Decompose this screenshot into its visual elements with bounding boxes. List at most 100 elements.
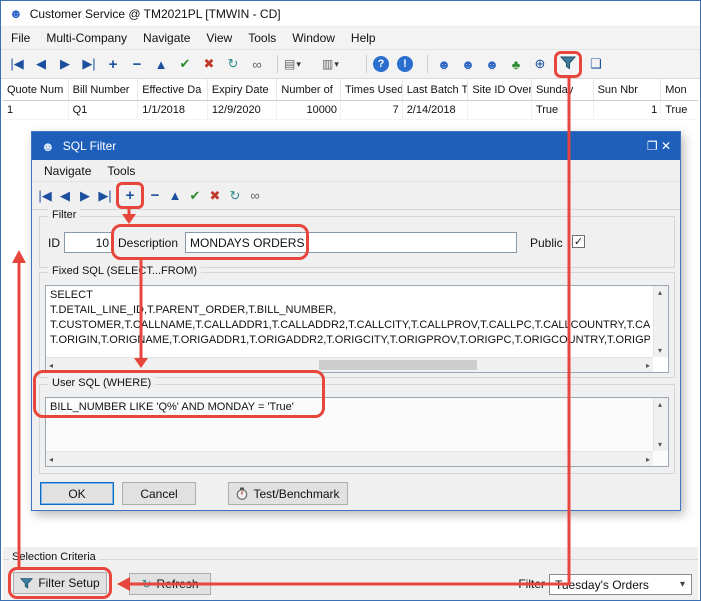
accept-icon[interactable]: ✔: [186, 188, 204, 204]
link-icon[interactable]: ∞: [246, 188, 264, 203]
col-times-used[interactable]: Times Used: [341, 79, 403, 101]
move-up-icon[interactable]: ▲: [151, 57, 171, 72]
filter-combo-value: Tuesday's Orders: [555, 578, 649, 592]
next-record-icon[interactable]: ▶: [76, 188, 94, 204]
col-bill-number[interactable]: Bill Number: [69, 79, 139, 101]
cancel-icon[interactable]: ✖: [199, 56, 219, 72]
description-field[interactable]: MONDAYS ORDERS: [185, 232, 517, 253]
cell-bill-number[interactable]: Q1: [69, 101, 139, 120]
last-record-icon[interactable]: ▶|: [79, 56, 99, 72]
refresh-button[interactable]: ↻ Refresh: [129, 573, 211, 595]
cell-number-of[interactable]: 10000: [277, 101, 341, 120]
prev-record-icon[interactable]: ◀: [31, 56, 51, 72]
cell-sun-nbr[interactable]: 1: [594, 101, 662, 120]
cell-sunday[interactable]: True: [532, 101, 594, 120]
menu-tools[interactable]: Tools: [240, 28, 284, 48]
fixed-sql-groupbox: Fixed SQL (SELECT...FROM) SELECT T.DETAI…: [39, 272, 675, 378]
test-benchmark-button[interactable]: Test/Benchmark: [228, 482, 348, 505]
col-last-batch[interactable]: Last Batch T: [403, 79, 469, 101]
restore-icon[interactable]: ❐: [647, 139, 658, 153]
scroll-down-icon[interactable]: ▾: [658, 346, 662, 355]
col-monday[interactable]: Mon: [661, 79, 698, 101]
fixed-sql-textarea[interactable]: SELECT T.DETAIL_LINE_ID,T.PARENT_ORDER,T…: [45, 285, 669, 373]
chevron-down-icon[interactable]: ▾: [334, 59, 339, 70]
dialog-titlebar[interactable]: ☻ SQL Filter ❐ ✕: [32, 132, 680, 160]
vertical-scrollbar[interactable]: ▴ ▾: [653, 286, 668, 357]
cell-quote-num[interactable]: 1: [3, 101, 69, 120]
cell-expiry-date[interactable]: 12/9/2020: [208, 101, 278, 120]
cell-times-used[interactable]: 7: [341, 101, 403, 120]
accept-icon[interactable]: ✔: [175, 56, 195, 72]
horizontal-scrollbar[interactable]: ◂ ▸: [46, 357, 653, 372]
ok-button[interactable]: OK: [40, 482, 114, 505]
tree-view-icon[interactable]: ♣: [506, 57, 526, 72]
scroll-left-icon[interactable]: ◂: [49, 455, 53, 464]
help-icon[interactable]: ?: [373, 56, 389, 72]
print-button[interactable]: ▤ ▾: [284, 57, 318, 71]
customer-icon[interactable]: ☻: [434, 57, 454, 72]
scroll-right-icon[interactable]: ▸: [646, 361, 650, 370]
scroll-left-icon[interactable]: ◂: [49, 361, 53, 370]
info-icon[interactable]: !: [397, 56, 413, 72]
close-icon[interactable]: ✕: [661, 139, 671, 153]
refresh-icon[interactable]: ↻: [223, 56, 243, 72]
delete-record-icon[interactable]: −: [127, 56, 147, 73]
col-sun-nbr[interactable]: Sun Nbr: [594, 79, 662, 101]
reports-button[interactable]: ▥ ▾: [322, 57, 356, 71]
cell-site-id-override[interactable]: [468, 101, 532, 120]
chevron-down-icon[interactable]: ▾: [674, 579, 691, 590]
cell-last-batch[interactable]: 2/14/2018: [403, 101, 469, 120]
col-sunday[interactable]: Sunday: [532, 79, 594, 101]
public-checkbox[interactable]: ✓: [572, 235, 585, 248]
menu-view[interactable]: View: [198, 28, 240, 48]
table-row[interactable]: 1 Q1 1/1/2018 12/9/2020 10000 7 2/14/201…: [3, 101, 698, 120]
menu-multi-company[interactable]: Multi-Company: [38, 28, 135, 48]
scroll-down-icon[interactable]: ▾: [658, 440, 662, 449]
id-field[interactable]: 10: [64, 232, 114, 253]
cancel-icon[interactable]: ✖: [206, 188, 224, 204]
users-icon[interactable]: ☻: [482, 57, 502, 72]
scroll-right-icon[interactable]: ▸: [646, 455, 650, 464]
cell-monday[interactable]: True: [661, 101, 698, 120]
first-record-icon[interactable]: |◀: [7, 56, 27, 72]
delete-record-icon[interactable]: −: [146, 187, 164, 204]
col-effective-date[interactable]: Effective Da: [138, 79, 208, 101]
horizontal-scrollbar[interactable]: ◂ ▸: [46, 451, 653, 466]
add-record-icon[interactable]: +: [103, 56, 123, 73]
web-icon[interactable]: ⊕: [530, 56, 550, 72]
chevron-down-icon[interactable]: ▾: [296, 59, 301, 70]
menu-help[interactable]: Help: [343, 28, 384, 48]
filter-icon[interactable]: [560, 55, 576, 74]
vertical-scrollbar[interactable]: ▴ ▾: [653, 398, 668, 451]
last-record-icon[interactable]: ▶|: [96, 188, 114, 204]
filter-combobox[interactable]: Tuesday's Orders ▾: [549, 574, 692, 595]
contacts-icon[interactable]: ☻: [458, 57, 478, 72]
dialog-menu-navigate[interactable]: Navigate: [36, 161, 99, 181]
col-quote-num[interactable]: Quote Num: [3, 79, 69, 101]
dialog-menu-tools[interactable]: Tools: [99, 161, 143, 181]
scroll-up-icon[interactable]: ▴: [658, 288, 662, 297]
next-record-icon[interactable]: ▶: [55, 56, 75, 72]
col-site-id-override[interactable]: Site ID Over: [468, 79, 532, 101]
add-record-icon[interactable]: +: [121, 187, 139, 204]
scrollbar-thumb[interactable]: [319, 360, 477, 370]
user-sql-label: User SQL (WHERE): [48, 377, 155, 389]
main-toolbar: |◀ ◀ ▶ ▶| + − ▲ ✔ ✖ ↻ ∞ ▤ ▾ ▥ ▾ ? ! ☻ ☻ …: [1, 50, 700, 79]
cell-effective-date[interactable]: 1/1/2018: [138, 101, 208, 120]
refresh-icon[interactable]: ↻: [226, 188, 244, 204]
col-number-of[interactable]: Number of: [277, 79, 341, 101]
move-up-icon[interactable]: ▲: [166, 188, 184, 203]
document-icon[interactable]: ❏: [586, 56, 606, 72]
menu-navigate[interactable]: Navigate: [135, 28, 198, 48]
user-sql-textarea[interactable]: BILL_NUMBER LIKE 'Q%' AND MONDAY = 'True…: [45, 397, 669, 467]
prev-record-icon[interactable]: ◀: [56, 188, 74, 204]
cancel-button[interactable]: Cancel: [122, 482, 196, 505]
menu-file[interactable]: File: [3, 28, 38, 48]
scroll-up-icon[interactable]: ▴: [658, 400, 662, 409]
col-expiry-date[interactable]: Expiry Date: [208, 79, 278, 101]
link-icon[interactable]: ∞: [247, 57, 267, 72]
first-record-icon[interactable]: |◀: [36, 188, 54, 204]
funnel-glyph: [560, 55, 576, 71]
filter-setup-button[interactable]: Filter Setup: [13, 572, 107, 594]
menu-window[interactable]: Window: [284, 28, 343, 48]
